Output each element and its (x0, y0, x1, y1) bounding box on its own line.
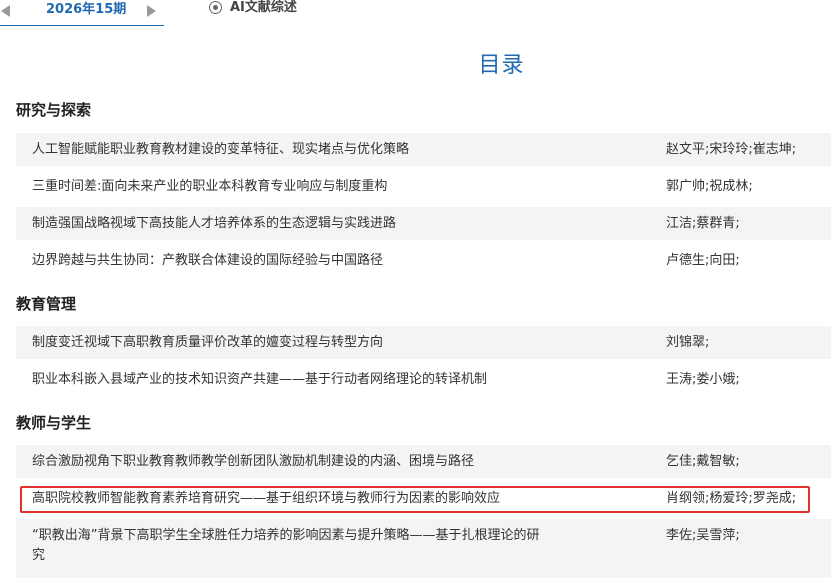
article-authors[interactable]: 王涛;娄小娥; (666, 370, 740, 390)
section-title-management: 教育管理 (16, 295, 77, 313)
article-row[interactable]: 职业本科嵌入县域产业的技术知识资产共建——基于行动者网络理论的转译机制 王涛;娄… (16, 363, 831, 396)
next-issue-arrow-icon[interactable] (147, 5, 156, 17)
article-row[interactable]: 三重时间差:面向未来产业的职业本科教育专业响应与制度重构 郭广帅;祝成林; (16, 170, 831, 203)
article-row[interactable]: “职教出海”背景下高职学生全球胜任力培养的影响因素与提升策略——基于扎根理论的研… (16, 519, 831, 578)
article-title[interactable]: 三重时间差:面向未来产业的职业本科教育专业响应与制度重构 (32, 177, 552, 197)
highlight-box (20, 486, 810, 513)
article-row[interactable]: 制度变迁视域下高职教育质量评价改革的嬗变过程与转型方向 刘锦翠; (16, 326, 831, 359)
article-title[interactable]: 综合激励视角下职业教育教师教学创新团队激励机制建设的内涵、困境与路径 (32, 452, 552, 472)
article-row[interactable]: 边界跨越与共生协同：产教联合体建设的国际经验与中国路径 卢德生;向田; (16, 244, 831, 277)
target-icon (209, 1, 222, 14)
article-authors[interactable]: 卢德生;向田; (666, 251, 740, 271)
article-title[interactable]: 人工智能赋能职业教育教材建设的变革特征、现实堵点与优化策略 (32, 140, 552, 160)
article-title[interactable]: 制造强国战略视域下高技能人才培养体系的生态逻辑与实践进路 (32, 214, 552, 234)
page-title: 目录 (478, 53, 525, 78)
article-row[interactable]: 综合激励视角下职业教育教师教学创新团队激励机制建设的内涵、困境与路径 乞佳;戴智… (16, 445, 831, 478)
article-row[interactable]: 人工智能赋能职业教育教材建设的变革特征、现实堵点与优化策略 赵文平;宋玲玲;崔志… (16, 133, 831, 166)
article-authors[interactable]: 乞佳;戴智敏; (666, 452, 740, 472)
article-title[interactable]: 职业本科嵌入县域产业的技术知识资产共建——基于行动者网络理论的转译机制 (32, 370, 552, 390)
article-authors[interactable]: 郭广帅;祝成林; (666, 177, 753, 197)
article-row[interactable]: 制造强国战略视域下高技能人才培养体系的生态逻辑与实践进路 江洁;蔡群青; (16, 207, 831, 240)
article-title[interactable]: 制度变迁视域下高职教育质量评价改革的嬗变过程与转型方向 (32, 333, 552, 353)
article-authors[interactable]: 李佐;吴雪萍; (666, 526, 740, 546)
article-authors[interactable]: 江洁;蔡群青; (666, 214, 740, 234)
article-title[interactable]: “职教出海”背景下高职学生全球胜任力培养的影响因素与提升策略——基于扎根理论的研… (32, 526, 552, 566)
ai-literature-review-label: AI文献综述 (230, 0, 297, 15)
article-authors[interactable]: 赵文平;宋玲玲;崔志坤; (666, 140, 796, 160)
section-title-teachers-students: 教师与学生 (16, 414, 92, 432)
current-issue-label[interactable]: 2026年15期 (46, 2, 126, 18)
issue-navigation-bar: 2026年15期 AI文献综述 (0, 0, 831, 26)
issue-selector: 2026年15期 (0, 0, 164, 26)
section-title-research: 研究与探索 (16, 101, 92, 119)
previous-issue-arrow-icon[interactable] (1, 5, 10, 17)
article-authors[interactable]: 刘锦翠; (666, 333, 709, 353)
article-title[interactable]: 边界跨越与共生协同：产教联合体建设的国际经验与中国路径 (32, 251, 552, 271)
